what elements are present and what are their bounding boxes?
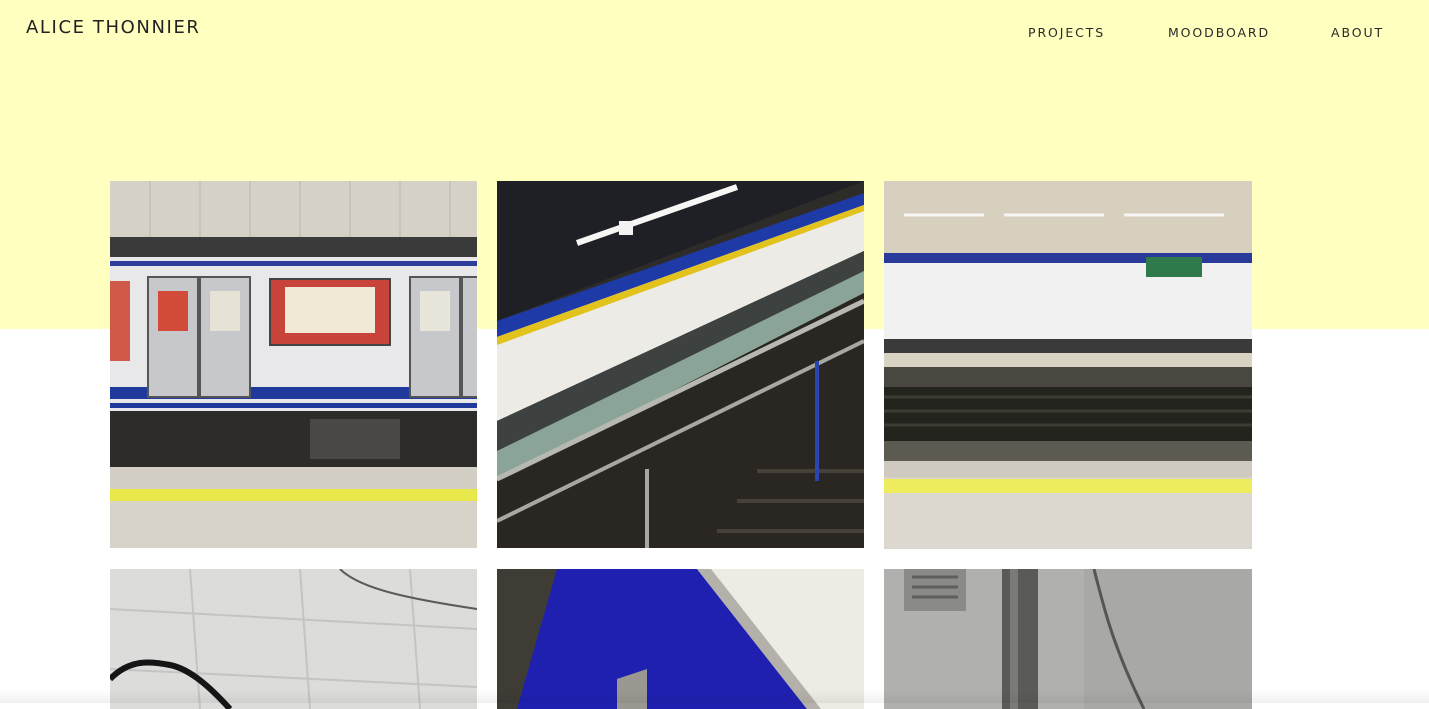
gallery-tile-metro-train[interactable] bbox=[110, 181, 477, 548]
gallery-tile-escalator[interactable] bbox=[497, 181, 864, 548]
station-platform-image bbox=[884, 181, 1252, 549]
metro-train-image bbox=[110, 181, 477, 548]
gallery-tile-blue-staircase[interactable] bbox=[497, 569, 864, 709]
blue-staircase-image bbox=[497, 569, 864, 709]
gallery-tile-station-platform[interactable] bbox=[884, 181, 1252, 549]
escalator-image bbox=[497, 181, 864, 548]
cracked-wall-image bbox=[110, 569, 477, 709]
nav-projects[interactable]: PROJECTS bbox=[1028, 25, 1105, 40]
gallery-tile-drainpipe[interactable] bbox=[884, 569, 1252, 709]
drainpipe-image bbox=[884, 569, 1252, 709]
nav-about[interactable]: ABOUT bbox=[1331, 25, 1384, 40]
main-nav: PROJECTS MOODBOARD ABOUT bbox=[0, 25, 1429, 45]
bottom-shadow bbox=[0, 690, 1429, 703]
gallery-tile-cracked-wall[interactable] bbox=[110, 569, 477, 709]
nav-moodboard[interactable]: MOODBOARD bbox=[1168, 25, 1270, 40]
